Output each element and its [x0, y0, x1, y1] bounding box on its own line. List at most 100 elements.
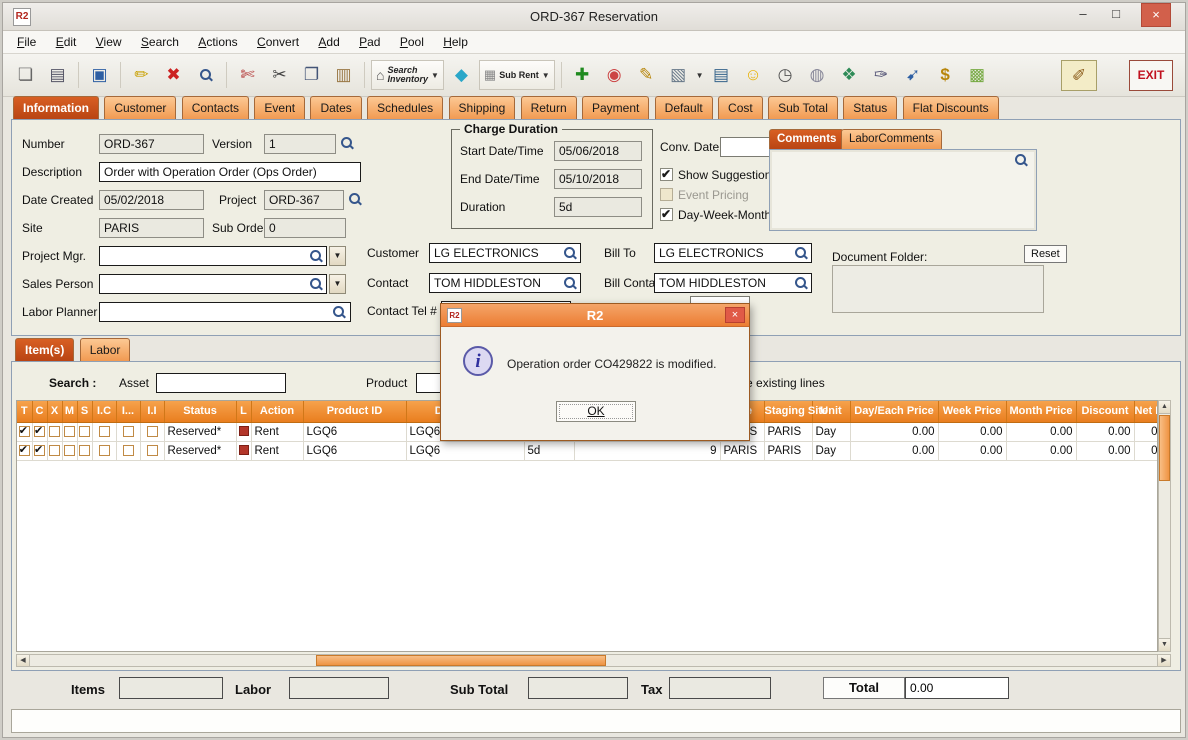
- smiley-button[interactable]: ☺: [739, 60, 768, 90]
- row-checkbox-ii[interactable]: [147, 445, 158, 456]
- chevron-down-icon[interactable]: ▼: [696, 71, 704, 80]
- menu-edit[interactable]: Edit: [48, 31, 85, 53]
- contact-field[interactable]: [429, 273, 581, 293]
- minimize-button[interactable]: –: [1069, 3, 1097, 27]
- col-header-t[interactable]: T: [17, 401, 32, 422]
- tab-customer[interactable]: Customer: [104, 96, 176, 119]
- project-mgr-dropdown-button[interactable]: ▼: [329, 246, 346, 266]
- scroll-up-icon[interactable]: ▲: [1159, 401, 1170, 414]
- catalog-books-button[interactable]: ❖: [835, 60, 864, 90]
- horizontal-scroll-thumb[interactable]: [316, 655, 606, 666]
- sub-orders-field[interactable]: [264, 218, 346, 238]
- day-week-month-checkbox[interactable]: [660, 208, 673, 221]
- cards-button[interactable]: ▧: [664, 60, 693, 90]
- menu-search[interactable]: Search: [133, 31, 187, 53]
- sales-person-field[interactable]: [99, 274, 327, 294]
- asset-input[interactable]: [156, 373, 286, 393]
- note-edit-button[interactable]: ✎: [632, 60, 661, 90]
- horizontal-scrollbar[interactable]: ◀ ▶: [16, 654, 1171, 667]
- menu-add[interactable]: Add: [310, 31, 347, 53]
- version-search-icon[interactable]: [340, 136, 354, 150]
- menu-pad[interactable]: Pad: [351, 31, 388, 53]
- project-search-icon[interactable]: [348, 192, 362, 206]
- row-checkbox-ip[interactable]: [123, 426, 134, 437]
- row-checkbox-c[interactable]: [34, 426, 45, 437]
- col-header-staging-site[interactable]: Staging Site: [764, 401, 812, 422]
- find-binoculars-button[interactable]: [191, 60, 220, 90]
- maximize-button[interactable]: □: [1102, 3, 1130, 27]
- write-pad-button[interactable]: ✑: [867, 60, 896, 90]
- col-header-l[interactable]: L: [236, 401, 251, 422]
- col-header-m[interactable]: M: [62, 401, 77, 422]
- row-checkbox-s[interactable]: [79, 445, 90, 456]
- comments-textarea[interactable]: [769, 149, 1037, 231]
- date-created-field[interactable]: [99, 190, 204, 210]
- contact-search-icon[interactable]: [563, 276, 577, 290]
- coins-button[interactable]: $: [931, 60, 960, 90]
- start-date-field[interactable]: [554, 141, 642, 161]
- comments-search-icon[interactable]: [1014, 153, 1028, 167]
- end-date-field[interactable]: [554, 169, 642, 189]
- row-checkbox-m[interactable]: [64, 445, 75, 456]
- menu-help[interactable]: Help: [435, 31, 476, 53]
- tab-contacts[interactable]: Contacts: [182, 96, 249, 119]
- tab-information[interactable]: Information: [13, 96, 99, 119]
- project-mgr-search-icon[interactable]: [309, 249, 323, 263]
- col-header-x[interactable]: X: [47, 401, 62, 422]
- tab-schedules[interactable]: Schedules: [367, 96, 443, 119]
- site-field[interactable]: [99, 218, 204, 238]
- tab-flat-discounts[interactable]: Flat Discounts: [903, 96, 999, 119]
- tab-event[interactable]: Event: [254, 96, 305, 119]
- bill-to-search-icon[interactable]: [794, 246, 808, 260]
- col-header-month-price[interactable]: Month Price: [1006, 401, 1076, 422]
- row-checkbox-ic[interactable]: [99, 426, 110, 437]
- tab-payment[interactable]: Payment: [582, 96, 649, 119]
- print-button[interactable]: ▤: [43, 60, 72, 90]
- ok-button[interactable]: OK: [556, 401, 636, 422]
- row-checkbox-x[interactable]: [49, 426, 60, 437]
- cut-line-button[interactable]: ✄: [233, 60, 262, 90]
- col-header-discount[interactable]: Discount: [1076, 401, 1134, 422]
- number-field[interactable]: [99, 134, 204, 154]
- cut-button[interactable]: ✂: [265, 60, 294, 90]
- row-checkbox-s[interactable]: [79, 426, 90, 437]
- col-header-ic[interactable]: I.C: [92, 401, 116, 422]
- project-mgr-field[interactable]: [99, 246, 327, 266]
- labor-planner-search-icon[interactable]: [332, 305, 346, 319]
- tab-sub-total[interactable]: Sub Total: [768, 96, 838, 119]
- tab-comments[interactable]: Comments: [769, 129, 844, 149]
- tab-status[interactable]: Status: [843, 96, 897, 119]
- row-checkbox-m[interactable]: [64, 426, 75, 437]
- new-document-button[interactable]: ❏: [11, 60, 40, 90]
- col-header-day-each-price[interactable]: Day/Each Price: [850, 401, 938, 422]
- version-field[interactable]: [264, 134, 336, 154]
- add-button[interactable]: ✚: [568, 60, 597, 90]
- col-header-net-each[interactable]: Net Each: [1134, 401, 1158, 422]
- row-checkbox-ii[interactable]: [147, 426, 158, 437]
- boxes-button[interactable]: ▩: [963, 60, 992, 90]
- chevron-down-icon[interactable]: ▼: [542, 71, 550, 80]
- duration-field[interactable]: [554, 197, 642, 217]
- customer-search-icon[interactable]: [563, 246, 577, 260]
- dialog-title-bar[interactable]: R2 R2 ×: [441, 304, 749, 327]
- row-checkbox-ic[interactable]: [99, 445, 110, 456]
- menu-file[interactable]: File: [9, 31, 44, 53]
- tab-return[interactable]: Return: [521, 96, 577, 119]
- scroll-right-icon[interactable]: ▶: [1157, 655, 1170, 666]
- highlighter-button[interactable]: ✐: [1061, 60, 1097, 91]
- tab-cost[interactable]: Cost: [718, 96, 763, 119]
- tab-default[interactable]: Default: [655, 96, 713, 119]
- document-folder-box[interactable]: [832, 265, 1044, 313]
- search-inventory-button[interactable]: ⌂ Search Inventory ▼: [371, 60, 444, 90]
- menu-convert[interactable]: Convert: [249, 31, 307, 53]
- tab-labor[interactable]: Labor: [80, 338, 131, 361]
- tab-dates[interactable]: Dates: [310, 96, 361, 119]
- row-checkbox-t[interactable]: [19, 426, 30, 437]
- copy-button[interactable]: ❐: [297, 60, 326, 90]
- tab-shipping[interactable]: Shipping: [449, 96, 516, 119]
- vertical-scrollbar[interactable]: ▲ ▼: [1158, 400, 1171, 652]
- col-header-c[interactable]: C: [32, 401, 47, 422]
- description-field[interactable]: [99, 162, 361, 182]
- edit-button[interactable]: ✏: [127, 60, 156, 90]
- customer-field[interactable]: [429, 243, 581, 263]
